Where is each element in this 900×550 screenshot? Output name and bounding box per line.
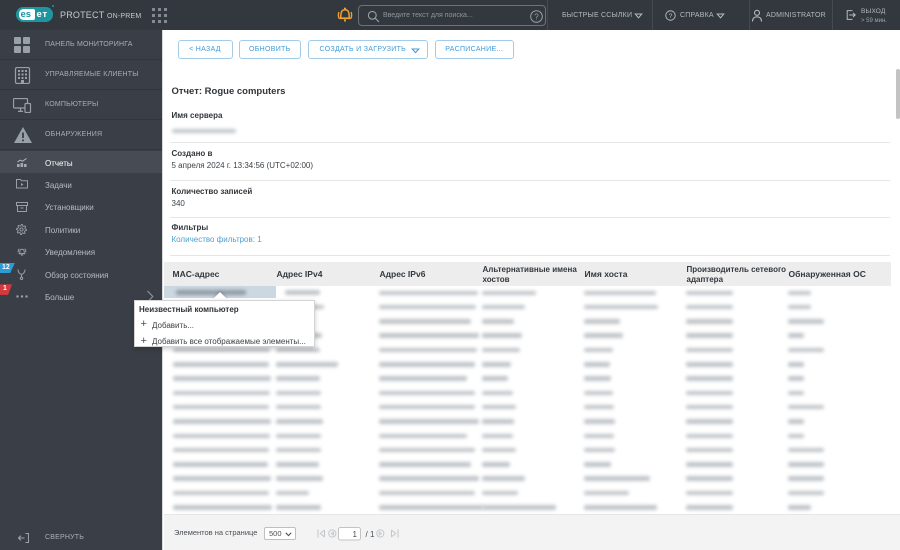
svg-text:?: ? (534, 12, 539, 21)
svg-text:1: 1 (353, 530, 358, 539)
svg-text:?: ? (669, 13, 673, 20)
svg-text:/ 1: / 1 (366, 530, 375, 539)
